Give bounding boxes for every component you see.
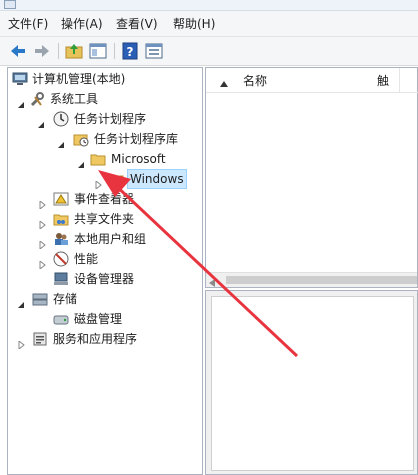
column-header-name[interactable]: 名称 bbox=[243, 72, 267, 89]
expand-icon[interactable] bbox=[38, 195, 46, 211]
tree-item-local-users[interactable]: 本地用户和组 bbox=[8, 229, 198, 251]
detail-content bbox=[211, 296, 414, 471]
device-manager-icon bbox=[53, 271, 69, 287]
tree-item-event-viewer[interactable]: 事件查看器 bbox=[8, 189, 198, 211]
services-icon bbox=[32, 331, 48, 347]
tree-item-performance[interactable]: 性能 bbox=[8, 249, 198, 271]
tree-label: 性能 bbox=[74, 252, 99, 266]
tree-label: 任务计划程序 bbox=[74, 112, 147, 126]
toolbar: ? bbox=[0, 37, 418, 66]
column-divider bbox=[399, 68, 400, 92]
column-header-status[interactable]: 触 bbox=[377, 72, 389, 89]
storage-icon bbox=[32, 291, 48, 307]
tree-label: 事件查看器 bbox=[74, 192, 135, 206]
detail-pane bbox=[205, 290, 418, 475]
expand-icon[interactable] bbox=[38, 215, 46, 231]
horizontal-scrollbar[interactable] bbox=[206, 272, 417, 287]
app-icon bbox=[4, 0, 16, 9]
tree-label: 系统工具 bbox=[50, 92, 99, 106]
tree-item-task-library[interactable]: 任务计划程序库 bbox=[8, 129, 198, 149]
menu-help[interactable]: 帮助(H) bbox=[171, 16, 217, 32]
scrollbar-thumb[interactable] bbox=[226, 276, 417, 284]
back-icon[interactable] bbox=[8, 41, 28, 61]
list-header: 名称 触 bbox=[206, 68, 418, 93]
disk-icon bbox=[53, 311, 69, 327]
menu-view[interactable]: 查看(V) bbox=[114, 16, 160, 32]
show-hide-tree-icon[interactable] bbox=[88, 41, 108, 61]
tools-icon bbox=[29, 91, 45, 107]
event-viewer-icon bbox=[53, 191, 69, 207]
title-bar bbox=[0, 0, 418, 11]
console-tree: 计算机管理(本地) 系统工具 任务计划程序 任务计划程序库 Microsoft bbox=[7, 67, 203, 475]
tree-item-computer-management[interactable]: 计算机管理(本地) bbox=[8, 69, 198, 89]
menu-file[interactable]: 文件(F) bbox=[6, 16, 50, 32]
tree-label: 共享文件夹 bbox=[74, 212, 135, 226]
tree-item-system-tools[interactable]: 系统工具 bbox=[8, 89, 198, 109]
task-list-pane: 名称 触 bbox=[205, 67, 418, 288]
users-icon bbox=[53, 231, 69, 247]
scroll-left-icon[interactable] bbox=[209, 276, 215, 290]
tree-item-task-scheduler[interactable]: 任务计划程序 bbox=[8, 109, 198, 129]
properties-icon[interactable] bbox=[144, 41, 164, 61]
expand-icon[interactable] bbox=[38, 235, 46, 251]
help-icon[interactable]: ? bbox=[120, 41, 140, 61]
tree-item-services[interactable]: 服务和应用程序 bbox=[8, 329, 198, 351]
menu-bar: 文件(F) 操作(A) 查看(V) 帮助(H) bbox=[0, 11, 418, 37]
folder-icon bbox=[90, 151, 106, 167]
shared-folder-icon bbox=[53, 211, 69, 227]
tree-item-microsoft[interactable]: Microsoft bbox=[8, 149, 198, 169]
tree-item-shared-folders[interactable]: 共享文件夹 bbox=[8, 209, 198, 231]
tree-label: 存储 bbox=[53, 292, 78, 306]
tree-item-disk-management[interactable]: 磁盘管理 bbox=[8, 309, 198, 329]
tree-label: 服务和应用程序 bbox=[53, 332, 138, 346]
folder-icon bbox=[108, 171, 124, 187]
up-folder-icon[interactable] bbox=[64, 41, 84, 61]
tree-item-storage[interactable]: 存储 bbox=[8, 289, 198, 309]
tree-label: 磁盘管理 bbox=[74, 312, 123, 326]
clock-icon bbox=[53, 111, 69, 127]
menu-action[interactable]: 操作(A) bbox=[59, 16, 105, 32]
performance-icon bbox=[53, 251, 69, 267]
computer-icon bbox=[12, 71, 28, 87]
tree-label: Microsoft bbox=[111, 152, 166, 166]
folder-clock-icon bbox=[73, 131, 89, 147]
collapse-icon[interactable] bbox=[77, 155, 85, 168]
forward-icon[interactable] bbox=[32, 41, 52, 61]
tree-label: 本地用户和组 bbox=[74, 232, 147, 246]
svg-text:?: ? bbox=[127, 45, 134, 59]
tree-label: 计算机管理(本地) bbox=[32, 72, 126, 86]
collapse-icon[interactable] bbox=[17, 95, 25, 108]
expand-icon[interactable] bbox=[17, 335, 25, 351]
tree-label: 任务计划程序库 bbox=[94, 132, 179, 146]
toolbar-separator bbox=[114, 43, 115, 59]
collapse-icon[interactable] bbox=[37, 115, 45, 128]
expand-icon[interactable] bbox=[94, 175, 102, 191]
tree-item-windows[interactable]: Windows bbox=[8, 169, 198, 191]
tree-item-device-manager[interactable]: 设备管理器 bbox=[8, 269, 198, 289]
collapse-icon[interactable] bbox=[57, 135, 65, 148]
tree-label: 设备管理器 bbox=[74, 272, 135, 286]
tree-label: Windows bbox=[127, 169, 187, 189]
toolbar-separator bbox=[58, 43, 59, 59]
sort-up-icon bbox=[220, 76, 228, 90]
collapse-icon[interactable] bbox=[17, 295, 25, 308]
expand-icon[interactable] bbox=[38, 255, 46, 271]
